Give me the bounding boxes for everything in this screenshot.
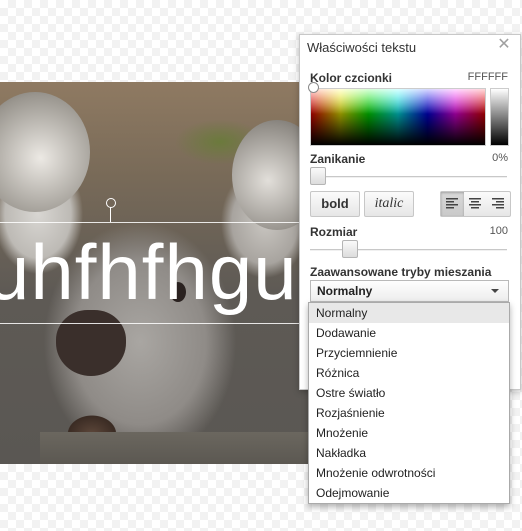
align-right-icon — [492, 198, 504, 209]
rotate-handle[interactable] — [106, 198, 116, 208]
blend-option-rozjasnienie[interactable]: Rozjaśnienie — [309, 403, 509, 423]
italic-button[interactable]: italic — [364, 191, 414, 217]
blend-option-odejmowanie[interactable]: Odejmowanie — [309, 483, 509, 503]
fade-slider-track[interactable] — [310, 176, 507, 178]
align-right-button[interactable] — [487, 192, 510, 216]
blend-option-mnozenie-odwrotnosci[interactable]: Mnożenie odwrotności — [309, 463, 509, 483]
size-value: 100 — [489, 225, 508, 237]
blend-option-dodawanie[interactable]: Dodawanie — [309, 323, 509, 343]
koala-ear-left — [0, 92, 90, 212]
blend-option-ostre-swiatlo[interactable]: Ostre światło — [309, 383, 509, 403]
fade-value: 0% — [492, 152, 508, 164]
align-center-icon — [469, 198, 481, 209]
blend-mode-dropdown: Normalny Dodawanie Przyciemnienie Różnic… — [308, 302, 510, 504]
color-picker-cursor[interactable] — [308, 82, 319, 93]
size-label: Rozmiar — [310, 225, 358, 239]
bold-button[interactable]: bold — [310, 191, 360, 217]
font-color-label: Kolor czcionki — [310, 71, 393, 85]
blend-mode-selected: Normalny — [317, 284, 373, 298]
blend-option-mnozenie[interactable]: Mnożenie — [309, 423, 509, 443]
blend-option-roznica[interactable]: Różnica — [309, 363, 509, 383]
fade-slider-thumb[interactable] — [310, 167, 326, 185]
panel-title: Właściwości tekstu — [307, 40, 417, 55]
hue-picker[interactable] — [310, 88, 486, 146]
align-left-button[interactable] — [441, 192, 464, 216]
brightness-picker[interactable] — [490, 88, 509, 146]
alignment-group — [440, 191, 511, 217]
blend-mode-select[interactable]: Normalny — [310, 280, 509, 302]
blend-option-nakladka[interactable]: Nakładka — [309, 443, 509, 463]
blend-mode-label: Zaawansowane tryby mieszania — [310, 265, 492, 279]
chevron-down-icon — [491, 289, 499, 293]
align-center-button[interactable] — [464, 192, 487, 216]
blend-option-normalny[interactable]: Normalny — [309, 303, 509, 323]
align-left-icon — [446, 198, 458, 209]
koala-fur — [40, 432, 312, 464]
rotate-stem — [110, 207, 111, 222]
size-slider-thumb[interactable] — [342, 240, 358, 258]
fade-label: Zanikanie — [310, 152, 366, 166]
close-icon[interactable]: ✕ — [496, 37, 512, 53]
text-layer[interactable]: uhfhfhgu — [0, 222, 298, 322]
size-slider-track[interactable] — [310, 249, 507, 251]
hue-gloss — [311, 89, 485, 115]
font-color-value: FFFFFF — [467, 71, 508, 83]
blend-option-przyciemnienie[interactable]: Przyciemnienie — [309, 343, 509, 363]
